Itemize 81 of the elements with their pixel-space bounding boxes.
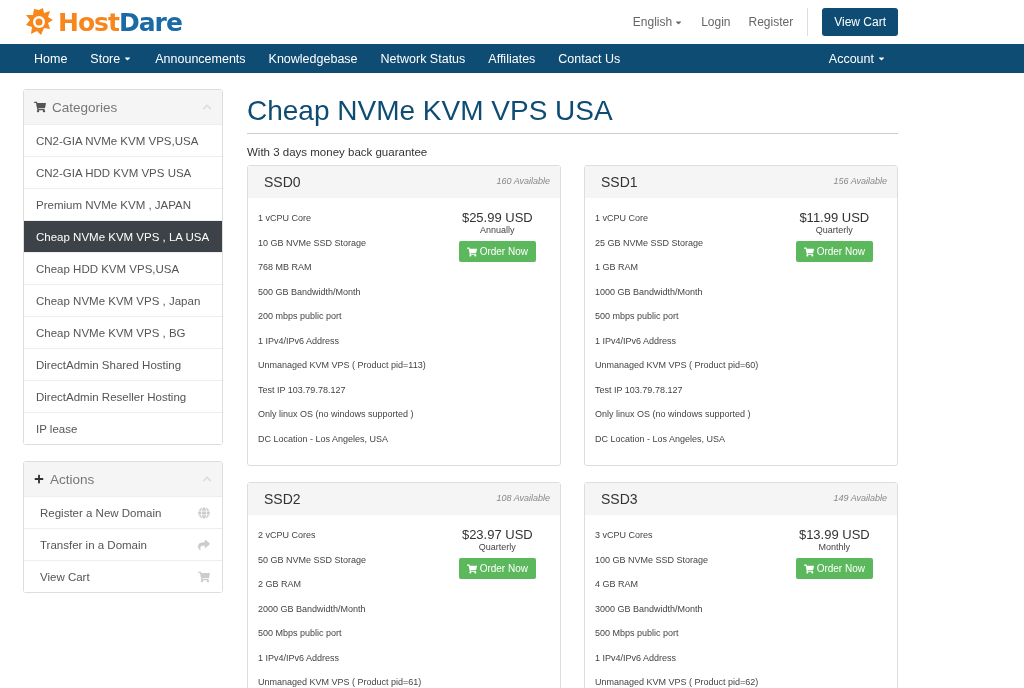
billing-cycle: Monthly [818, 542, 851, 552]
feature-text: 2000 GB Bandwidth/Month [258, 602, 367, 616]
nav-link[interactable]: Affiliates [488, 51, 536, 66]
feature-text: 1 IPv4/IPv6 Address [595, 651, 678, 665]
feature-text: 3 vCPU Cores [595, 529, 654, 542]
billing-cycle: Annually [480, 225, 515, 235]
feature-text: 1 IPv4/IPv6 Address [595, 334, 678, 348]
nav-link[interactable]: Knowledgebase [268, 51, 358, 66]
plus-icon [34, 474, 44, 484]
globe-icon [198, 506, 210, 519]
feature-text: 100 GB NVMe SSD Storage [595, 553, 710, 567]
panel-title: Actions [50, 471, 96, 487]
feature-text: 3000 GB Bandwidth/Month [595, 602, 704, 616]
feature-text: 4 GB RAM [595, 578, 639, 591]
top-link[interactable]: Login [701, 15, 731, 29]
feature-text: 2 GB RAM [258, 578, 302, 591]
feature-text: 2 vCPU Cores [258, 529, 317, 542]
feature-text: 200 mbps public port [258, 310, 343, 323]
feature-text: 500 mbps public port [595, 310, 680, 323]
feature-text: Test IP 103.79.78.127 [595, 383, 684, 397]
feature-text: 10 GB NVMe SSD Storage [258, 236, 368, 250]
feature-text: Unmanaged KVM VPS ( Product pid=62) [595, 676, 760, 688]
billing-cycle: Quarterly [815, 225, 853, 235]
cart-icon [466, 563, 477, 574]
feature-text: Unmanaged KVM VPS ( Product pid=60) [595, 359, 760, 372]
product-name: SSD1 [601, 174, 638, 190]
feature-text: 1000 GB Bandwidth/Month [595, 285, 704, 299]
feature-text: 1 GB RAM [595, 261, 639, 274]
product-name: SSD0 [264, 174, 301, 190]
share-arrow-icon [198, 538, 210, 551]
feature-text: DC Location - Los Angeles, USA [595, 432, 727, 446]
feature-text: Unmanaged KVM VPS ( Product pid=113) [258, 359, 427, 372]
feature-text: 500 Mbps public port [258, 627, 343, 640]
feature-text: Only linux OS (no windows supported ) [595, 408, 752, 421]
page-heading: Cheap NVMe KVM VPS USA [247, 95, 898, 134]
nav-link[interactable]: Announcements [155, 51, 246, 66]
category-item[interactable]: IP lease [24, 412, 222, 444]
feature-text: DC Location - Los Angeles, USA [258, 432, 390, 446]
nav-link[interactable]: Store [90, 51, 133, 66]
cart-icon [466, 246, 477, 257]
panel-title: Categories [52, 99, 119, 115]
price: $23.97 USD [461, 527, 533, 542]
availability: 108 Available [496, 493, 550, 505]
availability: 156 Available [833, 176, 887, 188]
nav-link[interactable]: Network Status [380, 51, 466, 66]
availability: 160 Available [496, 176, 550, 188]
feature-text: 1 vCPU Core [258, 212, 312, 225]
product-name: SSD2 [264, 491, 301, 507]
feature-text: 25 GB NVMe SSD Storage [595, 236, 705, 250]
price: $11.99 USD [799, 210, 870, 225]
tagline: With 3 days money back guarantee [247, 146, 429, 158]
feature-text: 1 vCPU Core [595, 212, 649, 225]
feature-text: 768 MB RAM [258, 261, 313, 274]
feature-text: 1 IPv4/IPv6 Address [258, 651, 341, 665]
cart-icon [198, 570, 210, 583]
logo[interactable]: HostDare [58, 7, 182, 37]
top-link[interactable]: English [632, 15, 684, 29]
billing-cycle: Quarterly [478, 542, 516, 552]
top-link[interactable]: Register [748, 15, 794, 29]
cart-icon [803, 246, 814, 257]
feature-text: Only linux OS (no windows supported ) [258, 408, 415, 421]
nav-link[interactable]: Contact Us [558, 51, 621, 66]
feature-text: 500 GB Bandwidth/Month [258, 285, 362, 299]
feature-text: 500 Mbps public port [595, 627, 680, 640]
price: $13.99 USD [798, 527, 870, 542]
action-item[interactable]: View Cart [24, 560, 222, 592]
cart-icon [34, 101, 46, 113]
nav-link[interactable]: Home [34, 51, 68, 66]
category-item[interactable]: Cheap NVMe KVM VPS , LA USA [24, 220, 222, 252]
feature-text: 50 GB NVMe SSD Storage [258, 553, 368, 567]
feature-text: 1 IPv4/IPv6 Address [258, 334, 341, 348]
chevron-up-icon[interactable] [202, 102, 212, 112]
feature-text: Test IP 103.79.78.127 [258, 383, 347, 397]
availability: 149 Available [833, 493, 887, 505]
price: $25.99 USD [461, 210, 533, 225]
cart-icon [803, 563, 814, 574]
chevron-up-icon[interactable] [202, 474, 212, 484]
account-menu[interactable]: Account [828, 51, 886, 66]
view-cart-button[interactable]: View Cart [822, 8, 898, 36]
feature-text: Unmanaged KVM VPS ( Product pid=61) [258, 676, 423, 688]
product-name: SSD3 [601, 491, 638, 507]
